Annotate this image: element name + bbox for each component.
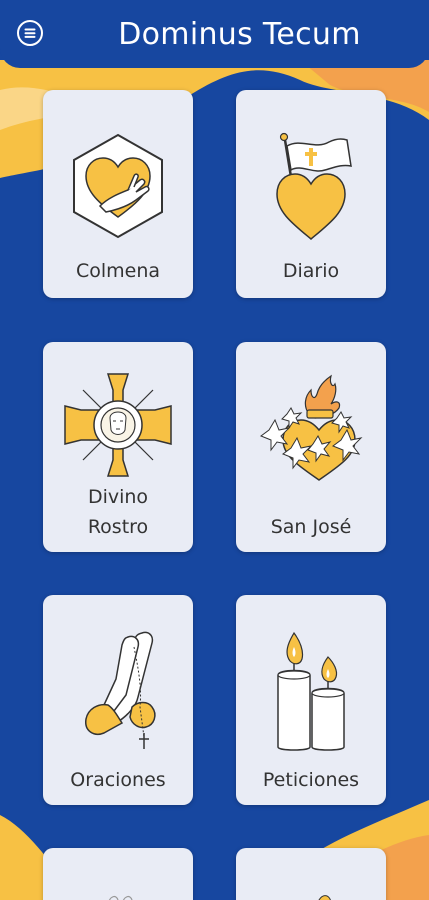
- card-oraciones[interactable]: Oraciones: [43, 595, 193, 805]
- heart-flag-icon: [276, 132, 352, 240]
- page-title: Dominus Tecum: [118, 17, 361, 52]
- hamburger-menu-icon: [24, 28, 36, 38]
- card-label-line-1: Divino: [87, 486, 149, 508]
- card-label: Colmena: [75, 260, 161, 282]
- holy-face-cross-icon: [64, 373, 172, 477]
- card-label-line-2: Rostro: [87, 516, 149, 538]
- card-diario[interactable]: Diario: [236, 90, 386, 298]
- app-header: Dominus Tecum: [0, 0, 429, 68]
- partial-card-icon: [318, 895, 331, 900]
- card-peticiones[interactable]: Peticiones: [236, 595, 386, 805]
- card-colmena[interactable]: Colmena: [43, 90, 193, 298]
- card-label: Oraciones: [70, 769, 166, 791]
- card-partial-left[interactable]: [43, 848, 193, 900]
- card-divino-rostro[interactable]: Divino Rostro: [43, 342, 193, 552]
- heart-hand-hexagon-icon: [73, 133, 163, 239]
- card-partial-right[interactable]: [236, 848, 386, 900]
- praying-hands-rosary-icon: [85, 631, 156, 749]
- sacred-heart-lilies-icon: [259, 374, 363, 481]
- card-label: Diario: [282, 260, 340, 282]
- app-screen: Dominus Tecum Colmena Diario Divino Rost…: [0, 0, 429, 900]
- menu-button[interactable]: [17, 20, 43, 46]
- card-label: Peticiones: [262, 769, 360, 791]
- candles-icon: [277, 631, 345, 751]
- partial-card-icon: [108, 895, 133, 900]
- card-label: San José: [270, 516, 352, 538]
- card-san-jose[interactable]: San José: [236, 342, 386, 552]
